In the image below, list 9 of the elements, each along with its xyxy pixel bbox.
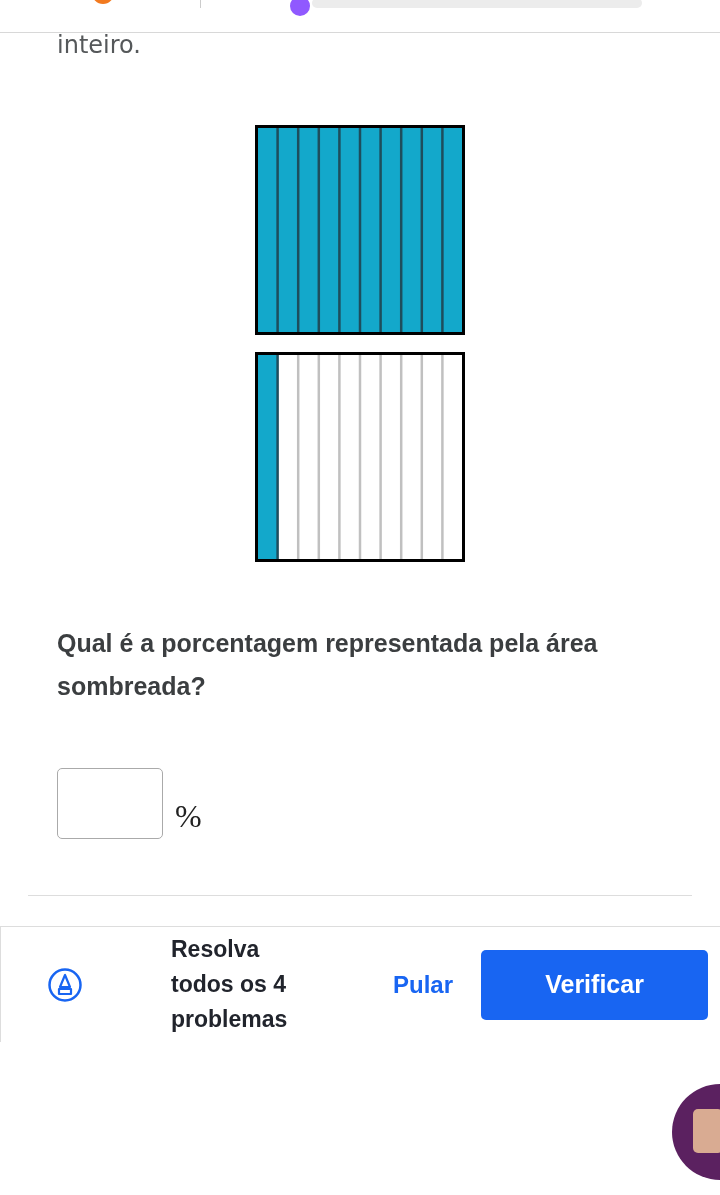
answer-field[interactable] (57, 768, 163, 839)
check-button[interactable]: Verificar (481, 949, 709, 1020)
progress-dot (290, 0, 310, 16)
progress-message: Resolva todos os 4 problemas (171, 935, 289, 1034)
percent-sign: % (175, 798, 202, 836)
hint-icon[interactable] (47, 966, 83, 1003)
skip-button[interactable]: Pular (389, 966, 458, 1003)
prompt-text: inteiro. (56, 33, 142, 57)
question-text: Qual é a porcentagem representada pela área sombreada? (57, 628, 599, 702)
